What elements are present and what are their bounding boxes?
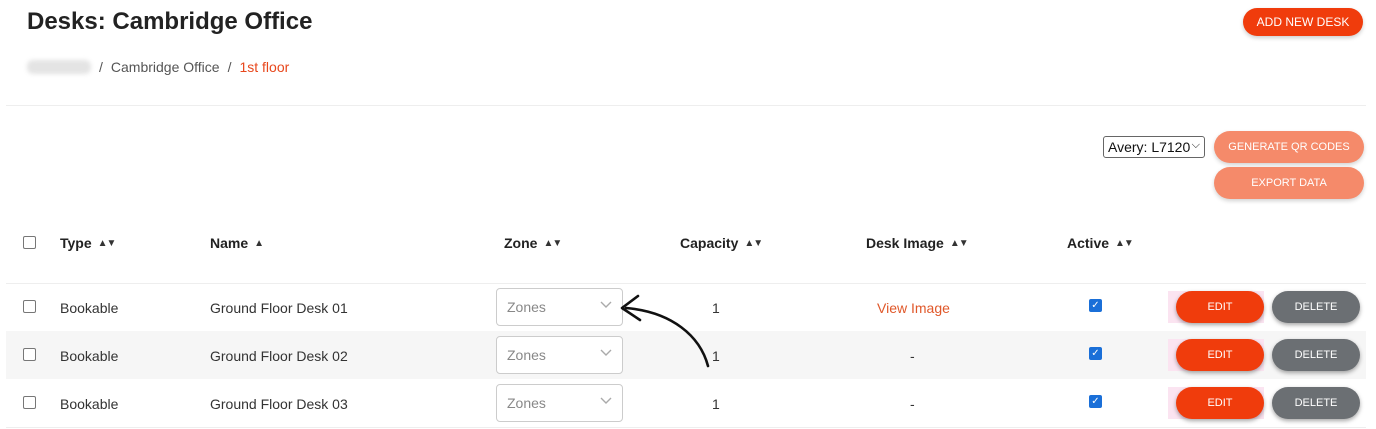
row-checkbox[interactable]	[23, 300, 36, 313]
breadcrumb-separator: /	[227, 59, 232, 75]
delete-button[interactable]: DELETE	[1272, 387, 1360, 419]
zone-select[interactable]: Zones	[496, 288, 623, 326]
name-cell: Ground Floor Desk 03	[210, 396, 348, 412]
row-checkbox[interactable]	[23, 348, 36, 361]
divider	[6, 105, 1366, 106]
sort-icon: ▲▼	[949, 237, 969, 249]
generate-qr-codes-button[interactable]: GENERATE QR CODES	[1214, 131, 1364, 163]
sort-ascending-icon: ▲	[254, 237, 264, 249]
column-header-zone[interactable]: Zone ▲▼	[504, 235, 562, 251]
breadcrumb-item-office[interactable]: Cambridge Office	[111, 59, 220, 75]
capacity-cell: 1	[712, 396, 720, 412]
delete-button[interactable]: DELETE	[1272, 339, 1360, 371]
column-header-capacity[interactable]: Capacity ▲▼	[680, 235, 763, 251]
page-title: Desks: Cambridge Office	[27, 8, 313, 35]
active-checkbox[interactable]: ✓	[1089, 347, 1102, 360]
desk-image-cell: -	[910, 348, 915, 364]
zone-placeholder: Zones	[507, 395, 546, 411]
breadcrumb-item-redacted[interactable]	[27, 60, 91, 74]
curved-arrow-icon	[620, 294, 710, 368]
breadcrumb-item-current: 1st floor	[239, 59, 290, 75]
breadcrumb: / Cambridge Office / 1st floor	[27, 59, 289, 75]
edit-button[interactable]: EDIT	[1176, 387, 1264, 419]
chevron-down-icon	[600, 301, 612, 308]
zone-select[interactable]: Zones	[496, 336, 623, 374]
chevron-down-icon	[600, 397, 612, 404]
select-all-checkbox[interactable]	[23, 236, 36, 249]
breadcrumb-separator: /	[99, 59, 103, 75]
type-cell: Bookable	[60, 396, 119, 412]
column-header-type[interactable]: Type ▲▼	[60, 235, 117, 251]
add-new-desk-button[interactable]: ADD NEW DESK	[1243, 8, 1363, 36]
sort-icon: ▲▼	[97, 237, 117, 249]
row-divider	[6, 283, 1366, 284]
chevron-down-icon	[600, 349, 612, 356]
label-format-select[interactable]: Avery: L7120 ⌵	[1103, 136, 1205, 158]
label-format-value: Avery: L7120	[1108, 139, 1191, 155]
column-header-name[interactable]: Name ▲	[210, 235, 264, 251]
chevron-down-icon: ⌵	[1191, 139, 1200, 151]
row-divider	[6, 427, 1366, 428]
edit-button[interactable]: EDIT	[1176, 291, 1264, 323]
zone-placeholder: Zones	[507, 347, 546, 363]
sort-icon: ▲▼	[1115, 237, 1134, 249]
zone-placeholder: Zones	[507, 299, 546, 315]
edit-button[interactable]: EDIT	[1176, 339, 1264, 371]
name-cell: Ground Floor Desk 02	[210, 348, 348, 364]
view-image-link[interactable]: View Image	[877, 300, 950, 316]
export-data-button[interactable]: EXPORT DATA	[1214, 167, 1364, 199]
row-checkbox[interactable]	[23, 396, 36, 409]
type-cell: Bookable	[60, 348, 119, 364]
desk-image-cell: -	[910, 396, 915, 412]
active-checkbox[interactable]: ✓	[1089, 395, 1102, 408]
sort-icon: ▲▼	[543, 237, 562, 249]
zone-select[interactable]: Zones	[496, 384, 623, 422]
sort-icon: ▲▼	[744, 237, 763, 249]
active-checkbox[interactable]: ✓	[1089, 299, 1102, 312]
column-header-desk-image[interactable]: Desk Image ▲▼	[866, 235, 969, 251]
type-cell: Bookable	[60, 300, 119, 316]
column-header-active[interactable]: Active ▲▼	[1067, 235, 1134, 251]
delete-button[interactable]: DELETE	[1272, 291, 1360, 323]
name-cell: Ground Floor Desk 01	[210, 300, 348, 316]
